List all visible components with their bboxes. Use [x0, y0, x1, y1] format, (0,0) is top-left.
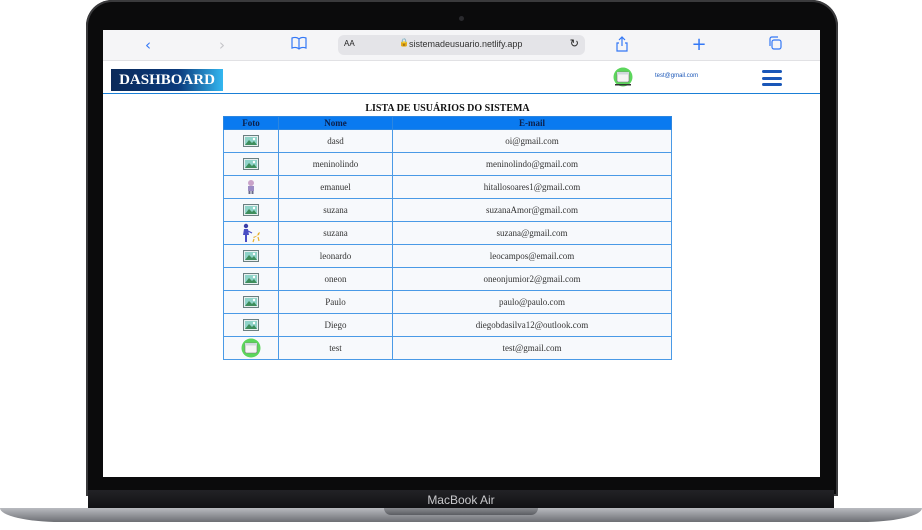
name-cell: test [278, 336, 393, 360]
email-cell: test@gmail.com [392, 336, 672, 360]
email-cell: hitallosoares1@gmail.com [392, 175, 672, 199]
image-placeholder-icon [243, 158, 259, 170]
photo-cell [223, 129, 279, 153]
email-cell: diegobdasilva12@outlook.com [392, 313, 672, 337]
image-placeholder-icon [243, 135, 259, 147]
column-header-nome: Nome [278, 116, 393, 130]
camera-icon [459, 16, 464, 21]
column-header-email: E-mail [392, 116, 672, 130]
column-header-foto: Foto [223, 116, 279, 130]
menu-icon[interactable] [762, 70, 782, 86]
table-header-row: Foto Nome E-mail [223, 116, 672, 130]
laptop-model-label: MacBook Air [427, 493, 495, 507]
table-row: test test@gmail.com [223, 336, 672, 360]
photo-cell [223, 152, 279, 176]
image-placeholder-icon [243, 273, 259, 285]
browser-toolbar: ‹ › AA 🔒 sistemadeusuario.netlify.app ↻ … [103, 30, 820, 61]
user-avatar[interactable] [612, 67, 634, 87]
name-cell: leonardo [278, 244, 393, 268]
lock-icon: 🔒 [399, 38, 409, 47]
photo-cell [223, 267, 279, 291]
name-cell: suzana [278, 221, 393, 245]
new-tab-icon[interactable]: + [691, 36, 707, 54]
email-cell: suzana@gmail.com [392, 221, 672, 245]
reload-icon[interactable]: ↻ [570, 37, 579, 50]
page-title: LISTA DE USUÁRIOS DO SISTEMA [365, 103, 530, 114]
photo-cell [223, 290, 279, 314]
table-row: suzana suzana@gmail.com [223, 221, 672, 245]
users-table: Foto Nome E-mail dasd oi@gmail.com menin… [223, 116, 672, 360]
photo-cell [223, 313, 279, 337]
bookmarks-icon[interactable] [290, 36, 308, 54]
table-row: leonardo leocampos@email.com [223, 244, 672, 268]
share-icon[interactable] [614, 36, 630, 54]
table-row: suzana suzanaAmor@gmail.com [223, 198, 672, 222]
table-row: dasd oi@gmail.com [223, 129, 672, 153]
photo-cell [223, 198, 279, 222]
table-row: Paulo paulo@paulo.com [223, 290, 672, 314]
screen: ‹ › AA 🔒 sistemadeusuario.netlify.app ↻ … [103, 30, 820, 477]
table-row: emanuel hitallosoares1@gmail.com [223, 175, 672, 199]
name-cell: emanuel [278, 175, 393, 199]
dashboard-header: DASHBOARD test@gmail.com [103, 61, 820, 94]
table-row: Diego diegobdasilva12@outlook.com [223, 313, 672, 337]
text-size-button[interactable]: AA [344, 39, 355, 48]
name-cell: Diego [278, 313, 393, 337]
photo-cell [223, 244, 279, 268]
user-email[interactable]: test@gmail.com [655, 73, 698, 79]
image-placeholder-icon [243, 204, 259, 216]
photo-cell [223, 175, 279, 199]
address-bar[interactable]: AA 🔒 sistemadeusuario.netlify.app ↻ [338, 35, 585, 55]
table-row: meninolindo meninolindo@gmail.com [223, 152, 672, 176]
name-cell: oneon [278, 267, 393, 291]
email-cell: oneonjumior2@gmail.com [392, 267, 672, 291]
email-cell: oi@gmail.com [392, 129, 672, 153]
image-placeholder-icon [243, 296, 259, 308]
photo-cell [223, 221, 279, 245]
photo-cell [223, 336, 279, 360]
tabs-overview-icon[interactable] [767, 36, 783, 54]
character-avatar-icon [248, 180, 254, 194]
table-row: oneon oneonjumior2@gmail.com [223, 267, 672, 291]
forward-icon[interactable]: › [215, 36, 229, 54]
dashboard-button[interactable]: DASHBOARD [111, 69, 223, 91]
email-cell: suzanaAmor@gmail.com [392, 198, 672, 222]
image-placeholder-icon [243, 319, 259, 331]
name-cell: Paulo [278, 290, 393, 314]
laptop-notch [384, 508, 538, 515]
person-with-dog-icon [243, 223, 260, 243]
round-green-avatar-icon [241, 338, 261, 358]
back-icon[interactable]: ‹ [141, 36, 155, 54]
email-cell: leocampos@email.com [392, 244, 672, 268]
image-placeholder-icon [243, 250, 259, 262]
email-cell: meninolindo@gmail.com [392, 152, 672, 176]
name-cell: suzana [278, 198, 393, 222]
name-cell: dasd [278, 129, 393, 153]
url-text[interactable]: sistemadeusuario.netlify.app [409, 39, 522, 49]
name-cell: meninolindo [278, 152, 393, 176]
email-cell: paulo@paulo.com [392, 290, 672, 314]
